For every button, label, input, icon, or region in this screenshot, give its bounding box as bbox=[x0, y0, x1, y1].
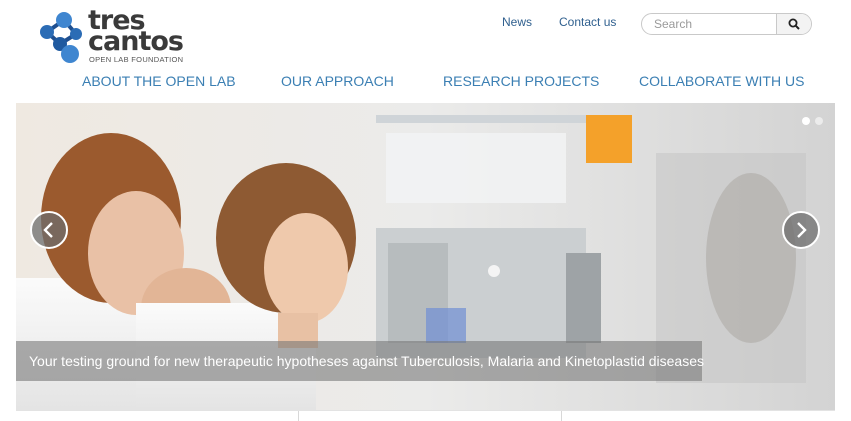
chevron-left-icon bbox=[43, 222, 53, 238]
logo-text-cantos: cantos bbox=[88, 26, 184, 57]
search-input[interactable] bbox=[642, 14, 790, 34]
logo-subtitle: OPEN LAB FOUNDATION bbox=[89, 55, 184, 64]
hero-caption: Your testing ground for new therapeutic … bbox=[16, 341, 704, 381]
slide-indicators bbox=[802, 117, 823, 125]
site-logo[interactable]: tres cantos OPEN LAB FOUNDATION bbox=[38, 6, 198, 66]
search-icon bbox=[788, 18, 800, 30]
site-header: tres cantos OPEN LAB FOUNDATION News Con… bbox=[0, 0, 851, 103]
nav-research-projects[interactable]: RESEARCH PROJECTS bbox=[443, 73, 599, 89]
nav-about-the-open-lab[interactable]: ABOUT THE OPEN LAB bbox=[82, 73, 236, 89]
prev-slide-button[interactable] bbox=[30, 211, 68, 249]
slide-dot-2[interactable] bbox=[815, 117, 823, 125]
search-box bbox=[641, 13, 812, 35]
chevron-right-icon bbox=[797, 222, 807, 238]
molecule-logo-icon bbox=[40, 12, 82, 63]
contact-link[interactable]: Contact us bbox=[559, 15, 616, 29]
nav-our-approach[interactable]: OUR APPROACH bbox=[281, 73, 394, 89]
hero-carousel[interactable]: Your testing ground for new therapeutic … bbox=[16, 103, 835, 410]
nav-collaborate-with-us[interactable]: COLLABORATE WITH US bbox=[639, 73, 804, 89]
content-strip bbox=[16, 410, 835, 421]
slide-dot-1[interactable] bbox=[802, 117, 810, 125]
news-link[interactable]: News bbox=[502, 15, 532, 29]
next-slide-button[interactable] bbox=[782, 211, 820, 249]
search-button[interactable] bbox=[776, 14, 811, 34]
